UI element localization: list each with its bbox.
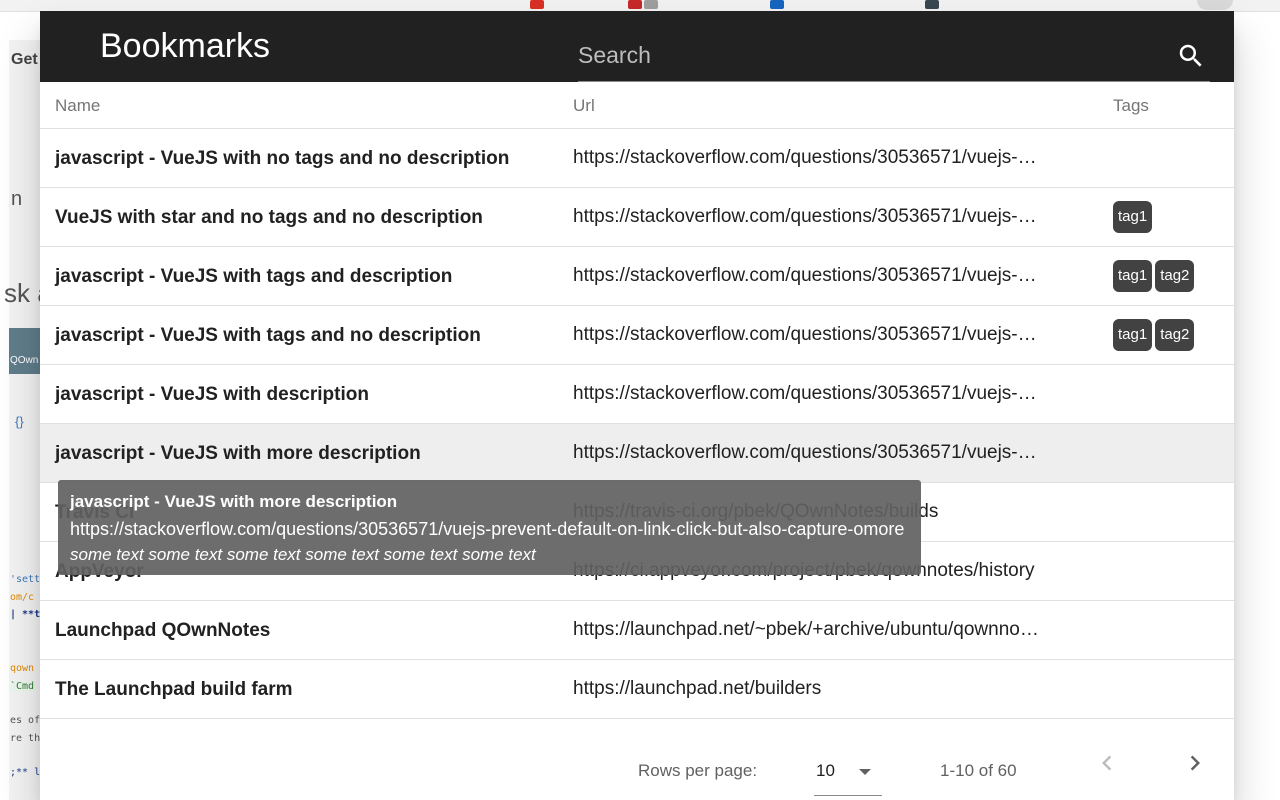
search-input[interactable] xyxy=(578,35,1158,75)
rows-per-page-value: 10 xyxy=(816,761,835,780)
tag-chip[interactable]: tag2 xyxy=(1155,260,1195,292)
pagination-range: 1-10 of 60 xyxy=(940,761,1017,780)
bookmark-name: javascript - VueJS with tags and descrip… xyxy=(55,266,453,287)
bookmark-url[interactable]: https://stackoverflow.com/questions/3053… xyxy=(573,383,1043,405)
table-row[interactable]: VueJS with star and no tags and no descr… xyxy=(40,188,1234,247)
bookmark-url[interactable]: https://stackoverflow.com/questions/3053… xyxy=(573,147,1043,169)
bookmarks-dialog: Bookmarks Name Url Tags javascript - Vue… xyxy=(40,11,1234,800)
background-text: QOwn xyxy=(10,355,39,366)
table-row[interactable]: Launchpad QOwnNotes https://launchpad.net… xyxy=(40,601,1234,660)
table-row[interactable]: The Launchpad build farm https://launchpa… xyxy=(40,660,1234,719)
bookmark-url[interactable]: https://stackoverflow.com/questions/3053… xyxy=(573,442,1043,464)
tooltip-url: https://stackoverflow.com/questions/3053… xyxy=(70,519,905,539)
chevron-right-icon[interactable] xyxy=(1180,748,1210,778)
column-header-tags[interactable]: Tags xyxy=(1113,96,1149,116)
bookmark-tags: tag1 tag2 xyxy=(1113,319,1195,351)
tag-chip[interactable]: tag2 xyxy=(1155,319,1195,351)
table-body: javascript - VueJS with no tags and no d… xyxy=(40,129,1234,719)
search-field xyxy=(578,35,1210,82)
column-header-url[interactable]: Url xyxy=(573,96,595,116)
bookmark-name: javascript - VueJS with no tags and no d… xyxy=(55,148,510,169)
bookmark-name: javascript - VueJS with description xyxy=(55,384,369,405)
tooltip-title: javascript - VueJS with more description xyxy=(70,492,398,511)
background-text: {} xyxy=(15,414,24,429)
bookmark-url[interactable]: https://stackoverflow.com/questions/3053… xyxy=(573,324,1043,346)
bookmark-url[interactable]: https://launchpad.net/builders xyxy=(573,678,1043,700)
table-row[interactable]: javascript - VueJS with tags and descrip… xyxy=(40,247,1234,306)
background-tab-icon xyxy=(530,0,544,9)
bookmark-name: The Launchpad build farm xyxy=(55,679,293,700)
bookmark-url[interactable]: https://stackoverflow.com/questions/3053… xyxy=(573,206,1043,228)
arrow-drop-down-icon xyxy=(859,769,871,775)
background-text: Get xyxy=(11,51,38,68)
background-image xyxy=(9,328,40,374)
bookmark-tags: tag1 tag2 xyxy=(1113,260,1195,292)
table-row[interactable]: javascript - VueJS with description https… xyxy=(40,365,1234,424)
table-footer: Rows per page: 10 1-10 of 60 xyxy=(40,718,1234,800)
table-row[interactable]: javascript - VueJS with tags and no desc… xyxy=(40,306,1234,365)
row-tooltip: javascript - VueJS with more description… xyxy=(58,480,921,575)
bookmarks-table: Name Url Tags javascript - VueJS with no… xyxy=(40,82,1234,719)
bookmark-name: javascript - VueJS with tags and no desc… xyxy=(55,325,481,346)
table-row[interactable]: javascript - VueJS with more description… xyxy=(40,424,1234,483)
bookmark-url[interactable]: https://stackoverflow.com/questions/3053… xyxy=(573,265,1043,287)
column-header-name[interactable]: Name xyxy=(55,96,100,116)
tag-chip[interactable]: tag1 xyxy=(1113,201,1153,233)
rows-per-page-select[interactable]: 10 xyxy=(814,751,882,796)
background-text: n xyxy=(11,188,23,210)
background-tab-icon xyxy=(770,0,784,9)
bookmark-name: javascript - VueJS with more description xyxy=(55,443,421,464)
table-header: Name Url Tags xyxy=(40,82,1234,129)
rows-per-page-label: Rows per page: xyxy=(638,761,758,780)
bookmark-url[interactable]: https://launchpad.net/~pbek/+archive/ubu… xyxy=(573,619,1043,641)
background-code-text: qown xyxy=(10,663,35,674)
bookmark-tags: tag1 xyxy=(1113,201,1153,233)
dialog-toolbar: Bookmarks xyxy=(40,11,1234,82)
table-row[interactable]: javascript - VueJS with no tags and no d… xyxy=(40,129,1234,188)
dialog-title: Bookmarks xyxy=(100,27,271,65)
tag-chip[interactable]: tag1 xyxy=(1113,260,1153,292)
background-tab-icon xyxy=(925,0,939,9)
tag-chip[interactable]: tag1 xyxy=(1113,319,1153,351)
chevron-left-icon[interactable] xyxy=(1092,748,1122,778)
bookmark-name: VueJS with star and no tags and no descr… xyxy=(55,207,483,228)
tooltip-description: some text some text some text some text … xyxy=(70,545,536,564)
search-icon[interactable] xyxy=(1176,41,1206,71)
background-code-text: om/c xyxy=(10,592,35,603)
background-avatar xyxy=(1197,0,1233,10)
bookmark-name: Launchpad QOwnNotes xyxy=(55,620,271,641)
background-tab-icon xyxy=(628,0,642,9)
background-tab-icon xyxy=(644,0,658,9)
background-code-text: es of xyxy=(10,715,41,726)
background-code-text: `Cmd xyxy=(10,681,35,692)
